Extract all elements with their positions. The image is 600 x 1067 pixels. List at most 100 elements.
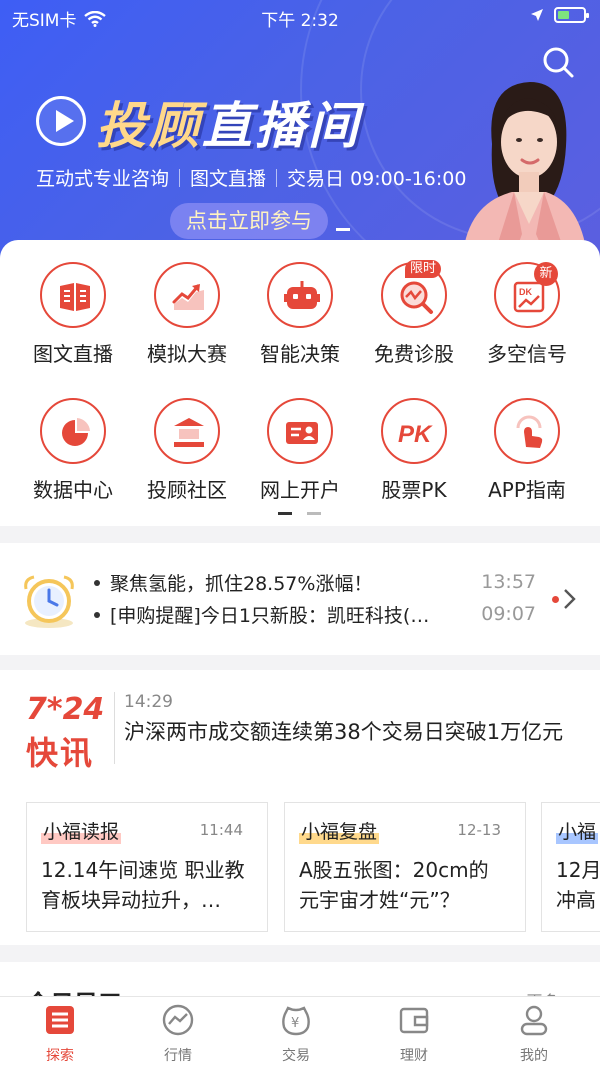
grid-item-stock-pk[interactable]: PK 股票PK (357, 376, 471, 502)
unread-dot (552, 596, 559, 603)
grid-item-smart-decision[interactable]: 智能决策 (243, 240, 357, 366)
location-arrow-icon (531, 9, 543, 21)
ticker-time: 09:07 (481, 603, 536, 625)
banner-subtitle: 互动式专业咨询 图文直播 交易日 09:00-16:00 (36, 164, 466, 191)
battery-level (558, 11, 569, 19)
tab-profile[interactable]: 我的 (494, 1003, 574, 1065)
banner-title-a: 投顾 (96, 97, 202, 155)
grid-item-label: APP指南 (488, 478, 566, 502)
wallet-icon (399, 1007, 429, 1034)
banner-title: 投顾直播间 (96, 86, 361, 158)
banner-sub-1: 互动式专业咨询 (36, 168, 170, 190)
clock-text: 下午 2:32 (261, 11, 339, 31)
ticker-time: 13:57 (481, 571, 536, 593)
new-badge: 新 (534, 262, 558, 286)
tab-label: 探索 (46, 1048, 74, 1064)
divider (276, 168, 278, 187)
news-card[interactable]: 小福 12月 冲高 (541, 802, 600, 932)
grid-item-data-center[interactable]: 数据中心 (16, 376, 130, 502)
tab-market[interactable]: 行情 (138, 1003, 218, 1065)
live-banner[interactable]: 无SIM卡 下午 2:32 投顾直播间 互动式专业咨询 图文直播 交易日 09:… (0, 0, 600, 262)
page-dot-active (278, 512, 292, 515)
alarm-clock-icon (24, 575, 74, 628)
news-card-tag: 小福读报 (41, 817, 122, 844)
banner-sub-3: 交易日 09:00-16:00 (287, 168, 467, 190)
profile-icon (520, 1005, 548, 1036)
divider (179, 168, 181, 187)
ticker-item[interactable]: 聚焦氢能，抓住28.57%涨幅！ (94, 569, 372, 596)
grid-item-label: 免费诊股 (374, 342, 454, 366)
grid-item-label: 投顾社区 (147, 478, 227, 502)
pie-chart-icon (40, 398, 106, 464)
news-card-body: A股五张图：20cm的 元宇宙才姓“元”？ (299, 858, 489, 912)
community-icon (154, 398, 220, 464)
market-icon (162, 1004, 194, 1036)
grid-item-label: 网上开户 (260, 478, 340, 502)
pk-icon: PK (381, 398, 447, 464)
flash-logo-number: 7*24 (26, 692, 105, 727)
grid-item-signal[interactable]: DK 新 多空信号 (470, 240, 584, 366)
tab-explore[interactable]: 探索 (20, 1003, 100, 1065)
grid-item-label: 模拟大赛 (147, 342, 227, 366)
grid-item-open-account[interactable]: 网上开户 (243, 376, 357, 502)
tab-wealth[interactable]: 理财 (374, 1003, 454, 1065)
tab-label: 交易 (282, 1048, 310, 1064)
svg-text:¥: ¥ (291, 1016, 299, 1031)
pk-glyph: PK (398, 421, 433, 448)
host-portrait (462, 82, 588, 262)
bottom-tab-bar: 探索 行情 ¥ 交易 理财 我的 (0, 996, 600, 1067)
grid-item-graphic-live[interactable]: 图文直播 (16, 240, 130, 366)
news-card-time: 12-13 (457, 821, 501, 839)
bullet (94, 611, 100, 618)
news-card-tag: 小福复盘 (299, 817, 380, 844)
grid-item-label: 股票PK (381, 478, 447, 502)
trade-icon: ¥ (282, 1006, 310, 1036)
ticker-text: [申购提醒]今日1只新股：凯旺科技(… (110, 605, 430, 627)
news-card-time: 11:44 (199, 821, 243, 839)
grid-item-label: 智能决策 (260, 342, 340, 366)
grid-item-stock-diagnosis[interactable]: 限时 免费诊股 (357, 240, 471, 366)
tab-label: 理财 (400, 1048, 428, 1064)
status-bar: 无SIM卡 下午 2:32 (0, 0, 600, 32)
chevron-right-icon[interactable] (562, 588, 576, 610)
news-card-tag: 小福 (556, 817, 599, 844)
grid-item-app-guide[interactable]: APP指南 (470, 376, 584, 502)
news-card[interactable]: 小福读报 11:44 12.14午间速览 职业教 育板块异动拉升，… (26, 802, 268, 932)
tab-label: 我的 (520, 1048, 548, 1064)
flash-headline[interactable]: 沪深两市成交额连续第38个交易日突破1万亿元 (124, 716, 563, 746)
trend-chart-icon (154, 262, 220, 328)
svg-text:DK: DK (519, 287, 532, 297)
flash-time: 14:29 (124, 692, 173, 712)
ticker-item[interactable]: [申购提醒]今日1只新股：凯旺科技(… (94, 601, 429, 628)
banner-title-b: 直播间 (202, 97, 361, 155)
divider (114, 692, 115, 764)
news-card-body: 12.14午间速览 职业教 育板块异动拉升，… (41, 858, 245, 912)
flash-news-section: 7*24 快讯 14:29 沪深两市成交额连续第38个交易日突破1万亿元 小福读… (0, 670, 600, 945)
ticker-text: 聚焦氢能，抓住28.57%涨幅！ (110, 573, 373, 595)
grid-item-advisor-community[interactable]: 投顾社区 (130, 376, 244, 502)
grid-item-label: 多空信号 (487, 342, 567, 366)
tap-hand-icon (494, 398, 560, 464)
grid-item-simulation-contest[interactable]: 模拟大赛 (130, 240, 244, 366)
join-now-button[interactable]: 点击立即参与 (170, 203, 328, 239)
id-card-icon (267, 398, 333, 464)
battery-icon (554, 7, 589, 23)
grid-item-label: 图文直播 (33, 342, 113, 366)
news-ticker[interactable]: 聚焦氢能，抓住28.57%涨幅！ 13:57 [申购提醒]今日1只新股：凯旺科技… (0, 543, 600, 655)
tab-label: 行情 (164, 1048, 192, 1064)
news-card[interactable]: 小福复盘 12-13 A股五张图：20cm的 元宇宙才姓“元”？ (284, 802, 526, 932)
explore-icon (46, 1006, 74, 1034)
grid-item-label: 数据中心 (33, 478, 113, 502)
page-indicator (0, 512, 600, 516)
bullet (94, 579, 100, 586)
flash-logo-text: 快讯 (26, 734, 95, 772)
robot-icon (267, 262, 333, 328)
news-card-body: 12月 冲高 (556, 858, 600, 912)
feature-grid: 图文直播 模拟大赛 智能决策 限时 免费诊股 DK 新 多空信号 数据中心 投顾… (0, 240, 600, 526)
page-dot (307, 512, 321, 515)
book-icon (40, 262, 106, 328)
tab-trade[interactable]: ¥ 交易 (256, 1003, 336, 1065)
limited-time-badge: 限时 (405, 260, 442, 278)
banner-sub-2: 图文直播 (190, 168, 267, 190)
play-icon[interactable] (36, 96, 86, 146)
